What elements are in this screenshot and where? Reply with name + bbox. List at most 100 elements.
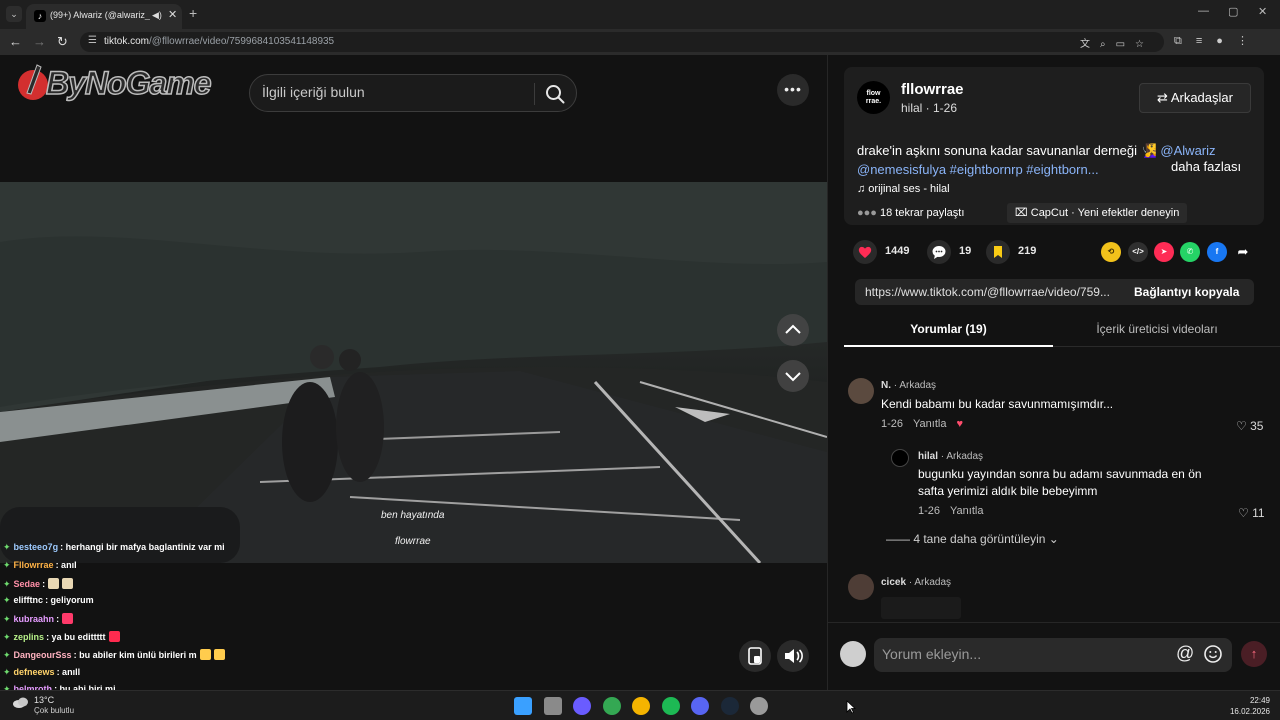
chevron-down-icon bbox=[785, 372, 801, 382]
chat-emoji-icon bbox=[213, 648, 225, 660]
capcut-promo[interactable]: ⌧ CapCut · Yeni efektler deneyin bbox=[1007, 203, 1188, 223]
discord-icon[interactable] bbox=[691, 697, 709, 715]
send-comment-button[interactable]: ↑ bbox=[1241, 641, 1267, 667]
close-window-icon[interactable]: ✕ bbox=[1258, 5, 1267, 18]
close-tab-icon[interactable]: ✕ bbox=[168, 8, 177, 21]
browser-tab-bar: ⌄ ♪ (99+) Alwariz (@alwariz_) | T ◀) ✕ +… bbox=[0, 0, 1280, 29]
comment-avatar[interactable] bbox=[848, 574, 874, 600]
friends-button[interactable]: ⇄ Arkadaşlar bbox=[1139, 83, 1251, 113]
video-player[interactable]: ben hayatında flowrrae bbox=[0, 182, 827, 563]
chat-emoji-icon bbox=[199, 648, 211, 660]
browser-menu-icon[interactable]: ⋮ bbox=[1237, 35, 1262, 47]
search-bar[interactable] bbox=[249, 74, 577, 112]
task-view-icon[interactable] bbox=[543, 697, 562, 715]
chat-emoji-icon bbox=[62, 613, 74, 625]
comment-box[interactable]: @ bbox=[874, 638, 1232, 672]
address-bar[interactable]: ☰ tiktok.com/@fllowrrae/video/7599684103… bbox=[80, 32, 1164, 52]
back-icon[interactable]: ← bbox=[9, 34, 22, 49]
share-arrow-icon[interactable]: ➦ bbox=[1233, 242, 1253, 262]
view-more-replies[interactable]: —— 4 tane daha görüntüleyin ⌄ bbox=[886, 532, 1059, 546]
reload-icon[interactable]: ↻ bbox=[57, 34, 68, 50]
sound-link[interactable]: ♫ orijinal ses - hilal bbox=[857, 183, 950, 195]
volume-button[interactable] bbox=[777, 640, 809, 672]
comment-meta: 1-26 Yanıtla ♥ bbox=[881, 418, 963, 430]
forward-icon[interactable]: → bbox=[33, 34, 46, 49]
tab-search-icon[interactable]: ⌄ bbox=[6, 6, 22, 22]
volume-icon bbox=[785, 649, 803, 663]
file-explorer-icon[interactable] bbox=[632, 697, 650, 715]
mouse-cursor-icon bbox=[846, 700, 856, 714]
minimize-icon[interactable]: — bbox=[1198, 5, 1209, 17]
steam-icon[interactable] bbox=[720, 697, 739, 715]
reading-list-icon[interactable]: ≡ bbox=[1196, 35, 1216, 47]
omnibox-actions: 文⌕▭☆ bbox=[1080, 35, 1154, 50]
new-tab-button[interactable]: + bbox=[189, 5, 197, 21]
emoji-icon[interactable] bbox=[1203, 644, 1223, 664]
chat-text: : anıll bbox=[56, 666, 81, 677]
more-options-button[interactable]: ••• bbox=[777, 74, 809, 106]
previous-video-button[interactable] bbox=[777, 314, 809, 346]
search-icon[interactable] bbox=[544, 83, 566, 105]
mention-icon[interactable]: @ bbox=[1176, 643, 1194, 664]
next-video-button[interactable] bbox=[777, 360, 809, 392]
tab-creator-videos[interactable]: İçerik üreticisi videoları bbox=[1053, 317, 1261, 347]
maximize-icon[interactable]: ▢ bbox=[1228, 5, 1238, 18]
chat-username: elifftnc bbox=[13, 595, 44, 606]
bookmark-star-icon[interactable]: ☆ bbox=[1135, 39, 1154, 50]
copy-link-bar: https://www.tiktok.com/@fllowrrae/video/… bbox=[855, 279, 1254, 305]
comment-avatar[interactable] bbox=[848, 378, 874, 404]
zoom-icon[interactable]: ⌕ bbox=[1100, 39, 1116, 50]
comment-image-thumbnail[interactable] bbox=[881, 597, 961, 619]
save-count: 219 bbox=[1018, 245, 1037, 257]
mention-alwariz[interactable]: @Alwariz bbox=[1160, 143, 1215, 158]
reply-like-button[interactable]: ♡ 11 bbox=[1238, 506, 1265, 520]
video-link[interactable]: https://www.tiktok.com/@fllowrrae/video/… bbox=[865, 285, 1120, 299]
reply-button[interactable]: Yanıtla bbox=[950, 505, 983, 517]
translate-icon[interactable]: 文 bbox=[1080, 39, 1100, 50]
url-text[interactable]: tiktok.com/@fllowrrae/video/759968410354… bbox=[104, 36, 334, 47]
logo-text[interactable]: ByNoGame bbox=[45, 64, 212, 102]
site-info-icon[interactable]: ☰ bbox=[88, 35, 97, 46]
cast-icon[interactable]: ▭ bbox=[1116, 39, 1135, 50]
chat-text: : bu abiler kim ünlü birileri m bbox=[73, 649, 197, 660]
repost-avatars-icon: ●●● bbox=[857, 207, 877, 219]
spotify-icon[interactable] bbox=[661, 697, 680, 715]
reply-button[interactable]: Yanıtla bbox=[913, 418, 946, 430]
comment-input[interactable] bbox=[882, 646, 1172, 662]
send-to-friends-icon[interactable]: ➤ bbox=[1154, 242, 1174, 262]
comment-like-button[interactable]: ♡ 35 bbox=[1236, 419, 1263, 433]
chat-badge-icon: ✦ bbox=[3, 614, 11, 625]
chat-badge-icon: ✦ bbox=[3, 559, 11, 570]
cloudy-weather-icon[interactable] bbox=[12, 695, 30, 709]
facebook-icon[interactable]: f bbox=[1207, 242, 1227, 262]
repost-icon[interactable]: ⟲ bbox=[1101, 242, 1121, 262]
description-hashtags[interactable]: @nemesisfulya #eightbornrp #eightborn... bbox=[857, 162, 1099, 177]
author-avatar[interactable]: flow rrae. bbox=[857, 81, 890, 114]
whatsapp-icon[interactable]: ✆ bbox=[1180, 242, 1200, 262]
weather-temperature[interactable]: 13°C bbox=[34, 695, 54, 705]
weather-description[interactable]: Çok bulutlu bbox=[34, 706, 74, 715]
system-clock[interactable]: 22:49 16.02.2026 bbox=[1224, 695, 1270, 717]
tab-comments[interactable]: Yorumlar (19) bbox=[844, 317, 1053, 347]
floating-player-button[interactable] bbox=[739, 640, 771, 672]
clock-app-icon[interactable] bbox=[750, 697, 768, 715]
chat-username: zeplins bbox=[13, 632, 45, 642]
extensions-icon[interactable]: ⧉ bbox=[1174, 35, 1196, 47]
chrome-icon[interactable] bbox=[602, 697, 621, 715]
search-input[interactable] bbox=[262, 84, 530, 100]
show-more-link[interactable]: daha fazlası bbox=[1171, 159, 1241, 174]
screen: ⌄ ♪ (99+) Alwariz (@alwariz_) | T ◀) ✕ +… bbox=[0, 0, 1280, 720]
speaker-icon[interactable]: ◀) bbox=[152, 10, 162, 21]
reply-avatar[interactable] bbox=[891, 449, 909, 467]
profile-icon[interactable]: ● bbox=[1216, 35, 1237, 47]
reposts-info[interactable]: ●●● 18 tekrar paylaştı bbox=[857, 207, 964, 219]
browser-tab[interactable]: ♪ (99+) Alwariz (@alwariz_) | T ◀) ✕ bbox=[26, 4, 182, 29]
author-subtitle: hilal · 1-26 bbox=[901, 101, 958, 115]
start-windows-icon[interactable] bbox=[514, 697, 532, 715]
copilot-icon[interactable] bbox=[573, 697, 591, 715]
chat-message: ✦ defneews: anıll bbox=[3, 667, 80, 678]
copy-link-button[interactable]: Bağlantıyı kopyala bbox=[1134, 285, 1239, 299]
author-name[interactable]: fllowrrae bbox=[901, 81, 964, 98]
chat-emoji-icon bbox=[48, 577, 60, 589]
embed-code-icon[interactable]: </> bbox=[1128, 242, 1148, 262]
